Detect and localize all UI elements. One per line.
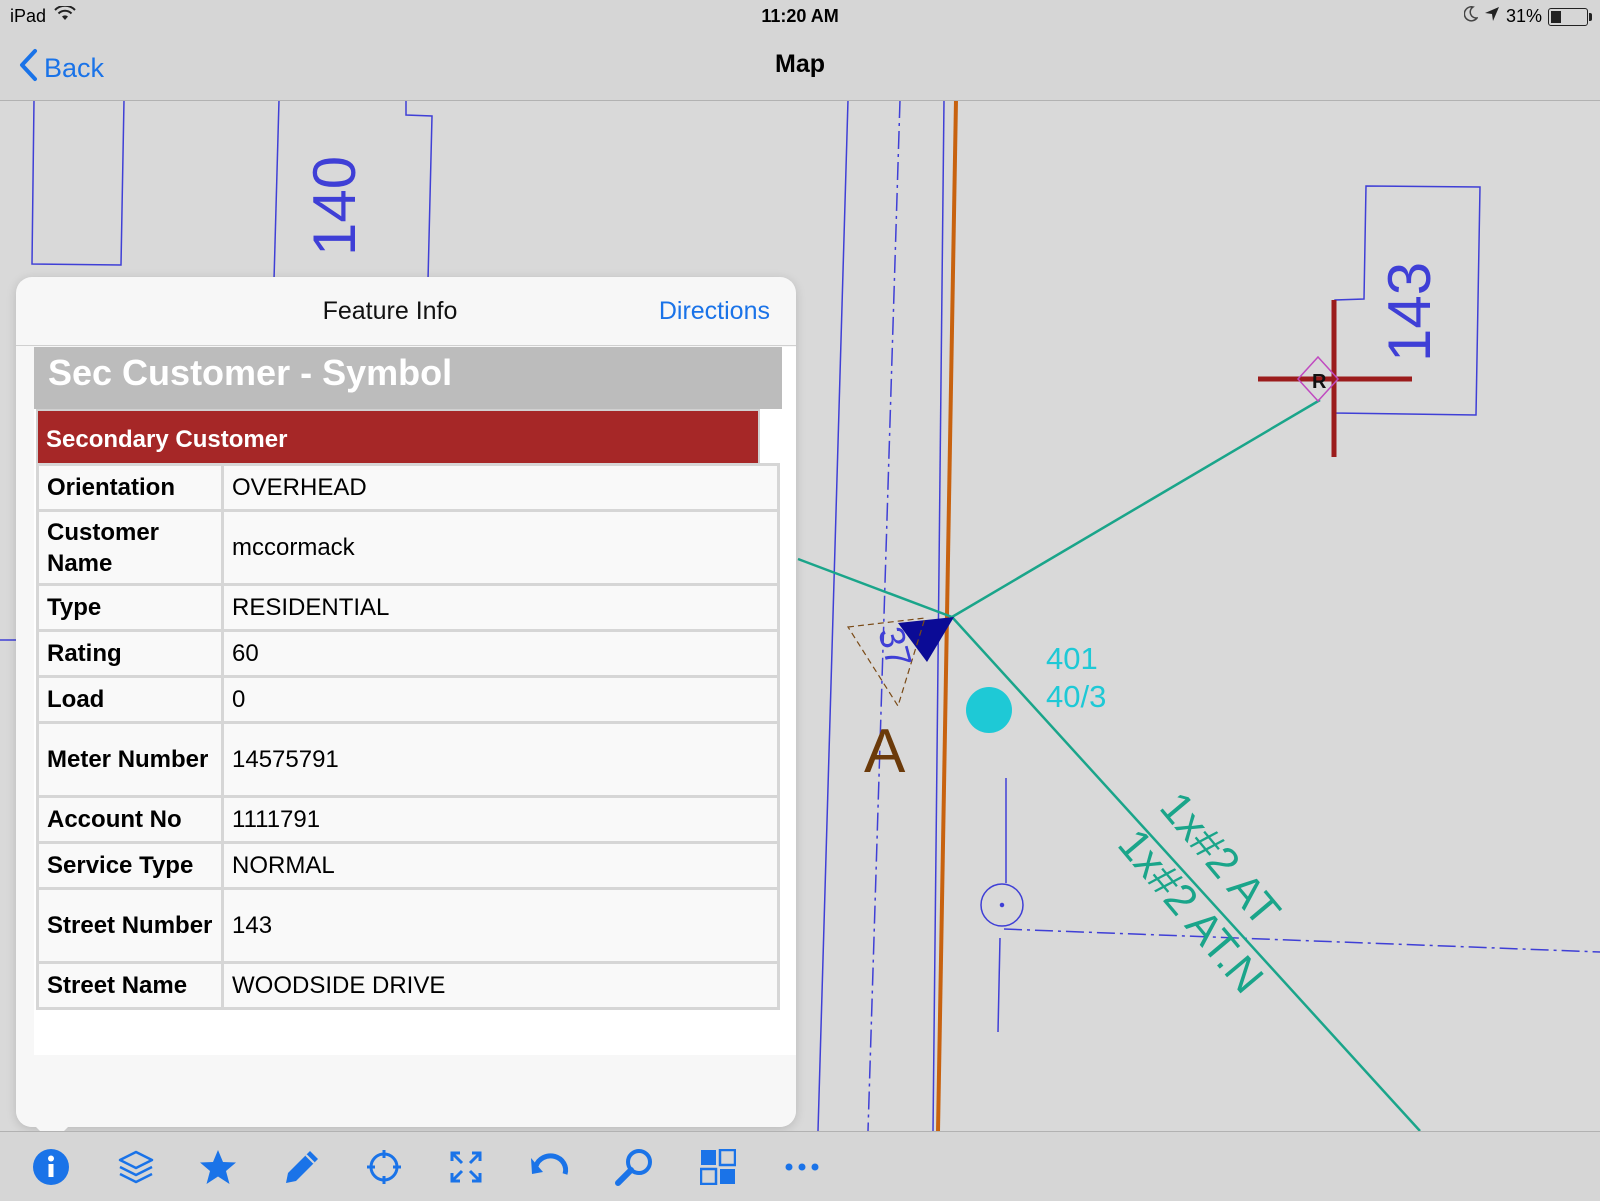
attribute-value: WOODSIDE DRIVE xyxy=(221,961,780,1010)
info-icon[interactable] xyxy=(29,1145,73,1189)
attribute-key: Street Number xyxy=(36,887,224,964)
attribute-value: 143 xyxy=(221,887,780,964)
table-row: Service Type NORMAL xyxy=(36,841,780,890)
attribute-value: OVERHEAD xyxy=(221,463,780,512)
battery-icon xyxy=(1548,7,1592,26)
layers-icon[interactable] xyxy=(114,1145,158,1189)
attribute-value: mccormack xyxy=(221,509,780,586)
map-label-140: 140 xyxy=(301,156,368,256)
attribute-key: Load xyxy=(36,675,224,724)
table-row: Street Name WOODSIDE DRIVE xyxy=(36,961,780,1010)
attribute-key: Meter Number xyxy=(36,721,224,798)
status-right: 31% xyxy=(1463,6,1592,27)
attribute-key: Customer Name xyxy=(36,509,224,586)
popover-header: Feature Info Directions xyxy=(16,277,796,346)
feature-title: Sec Customer - Symbol xyxy=(34,347,782,409)
attribute-key: Service Type xyxy=(36,841,224,890)
map-label-a: A xyxy=(864,717,906,786)
table-row: Street Number 143 xyxy=(36,887,780,964)
feature-info-popover: Feature Info Directions Sec Customer - S… xyxy=(16,277,796,1143)
table-row: Orientation OVERHEAD xyxy=(36,463,780,512)
undo-icon[interactable] xyxy=(528,1145,572,1189)
map-label-40-3: 40/3 xyxy=(1046,679,1106,714)
attribute-value: 0 xyxy=(221,675,780,724)
search-icon[interactable] xyxy=(612,1145,656,1189)
status-bar: iPad 11:20 AM 31% xyxy=(0,0,1600,34)
more-icon[interactable] xyxy=(780,1145,824,1189)
attribute-key: Type xyxy=(36,583,224,632)
attribute-value: 14575791 xyxy=(221,721,780,798)
extent-icon[interactable] xyxy=(444,1145,488,1189)
status-time: 11:20 AM xyxy=(761,6,839,26)
section-header: Secondary Customer xyxy=(36,409,760,463)
table-row: Account No 1111791 xyxy=(36,795,780,844)
bottom-toolbar xyxy=(0,1131,1600,1201)
battery-percent: 31% xyxy=(1505,6,1542,26)
attribute-key: Account No xyxy=(36,795,224,844)
moon-icon xyxy=(1463,6,1479,27)
popover-footer xyxy=(16,1057,796,1127)
attribute-value: 1111791 xyxy=(221,795,780,844)
attribute-value: RESIDENTIAL xyxy=(221,583,780,632)
nav-bar: Back Map xyxy=(0,34,1600,101)
table-row: Type RESIDENTIAL xyxy=(36,583,780,632)
map-label-401: 401 xyxy=(1046,641,1098,676)
attribute-key: Street Name xyxy=(36,961,224,1010)
map-label-143: 143 xyxy=(1376,262,1443,362)
cyan-node xyxy=(966,687,1012,733)
page-title: Map xyxy=(775,50,825,78)
location-arrow-icon xyxy=(1484,6,1500,27)
table-row: Rating 60 xyxy=(36,629,780,678)
pole-symbol xyxy=(980,778,1024,1033)
table-row: Load 0 xyxy=(36,675,780,724)
basemap-icon[interactable] xyxy=(696,1145,740,1189)
attribute-key: Orientation xyxy=(36,463,224,512)
table-row: Meter Number 14575791 xyxy=(36,721,780,798)
map-label-r: R xyxy=(1312,371,1327,393)
popover-title: Feature Info xyxy=(322,297,458,325)
star-icon[interactable] xyxy=(196,1145,240,1189)
attribute-key: Rating xyxy=(36,629,224,678)
attribute-table: Orientation OVERHEAD Customer Name mccormac… xyxy=(36,463,780,1010)
map-label-37: 37 xyxy=(870,622,920,671)
locate-icon[interactable] xyxy=(362,1145,406,1189)
attribute-value: NORMAL xyxy=(221,841,780,890)
popover-content[interactable]: Sec Customer - Symbol Secondary Customer… xyxy=(34,347,796,1055)
table-row: Customer Name mccormack xyxy=(36,509,780,586)
directions-button[interactable]: Directions xyxy=(659,297,770,326)
attribute-value: 60 xyxy=(221,629,780,678)
pencil-icon[interactable] xyxy=(280,1145,324,1189)
